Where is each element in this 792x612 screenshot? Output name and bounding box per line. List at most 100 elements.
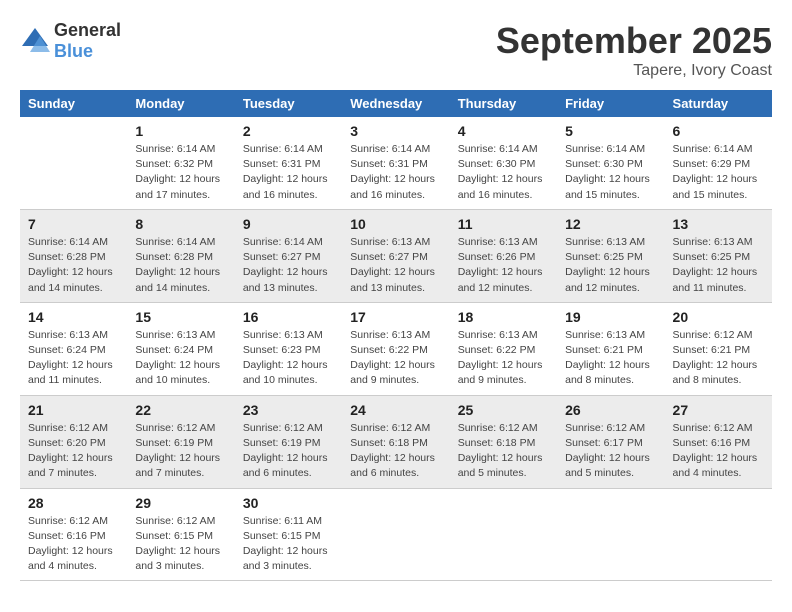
- day-info: Sunrise: 6:13 AMSunset: 6:25 PMDaylight:…: [565, 235, 656, 296]
- day-info: Sunrise: 6:12 AMSunset: 6:16 PMDaylight:…: [673, 421, 764, 482]
- calendar-cell: 14 Sunrise: 6:13 AMSunset: 6:24 PMDayligh…: [20, 302, 127, 395]
- day-info: Sunrise: 6:11 AMSunset: 6:15 PMDaylight:…: [243, 514, 334, 575]
- calendar-cell: 16Sunrise: 6:13 AMSunset: 6:23 PMDayligh…: [235, 302, 342, 395]
- calendar-cell: 11 Sunrise: 6:13 AMSunset: 6:26 PMDayligh…: [450, 209, 557, 302]
- calendar-cell: 27Sunrise: 6:12 AMSunset: 6:16 PMDayligh…: [665, 395, 772, 488]
- calendar-cell: 9 Sunrise: 6:14 AMSunset: 6:27 PMDaylight…: [235, 209, 342, 302]
- logo-icon: [20, 26, 50, 56]
- day-info: Sunrise: 6:12 AMSunset: 6:20 PMDaylight:…: [28, 421, 119, 482]
- calendar-cell: 17 Sunrise: 6:13 AMSunset: 6:22 PMDayligh…: [342, 302, 449, 395]
- calendar-cell: 18Sunrise: 6:13 AMSunset: 6:22 PMDayligh…: [450, 302, 557, 395]
- day-number: 15: [135, 309, 226, 325]
- calendar-cell: 7 Sunrise: 6:14 AMSunset: 6:28 PMDaylight…: [20, 209, 127, 302]
- calendar-cell: [20, 117, 127, 209]
- day-number: 11: [458, 216, 549, 232]
- day-info: Sunrise: 6:12 AMSunset: 6:18 PMDaylight:…: [458, 421, 549, 482]
- day-info: Sunrise: 6:14 AMSunset: 6:30 PMDaylight:…: [458, 142, 549, 203]
- day-info: Sunrise: 6:14 AMSunset: 6:28 PMDaylight:…: [135, 235, 226, 296]
- day-number: 18: [458, 309, 549, 325]
- day-number: 29: [135, 495, 226, 511]
- calendar-cell: 13 Sunrise: 6:13 AMSunset: 6:25 PMDayligh…: [665, 209, 772, 302]
- day-info: Sunrise: 6:12 AMSunset: 6:18 PMDaylight:…: [350, 421, 441, 482]
- week-row-5: 28 Sunrise: 6:12 AMSunset: 6:16 PMDayligh…: [20, 488, 772, 581]
- logo: General Blue: [20, 20, 121, 62]
- day-number: 16: [243, 309, 334, 325]
- calendar-cell: [450, 488, 557, 581]
- calendar-cell: 10Sunrise: 6:13 AMSunset: 6:27 PMDayligh…: [342, 209, 449, 302]
- day-number: 26: [565, 402, 656, 418]
- day-number: 3: [350, 123, 441, 139]
- calendar-cell: 30 Sunrise: 6:11 AMSunset: 6:15 PMDayligh…: [235, 488, 342, 581]
- calendar-cell: 21Sunrise: 6:12 AMSunset: 6:20 PMDayligh…: [20, 395, 127, 488]
- day-info: Sunrise: 6:13 AMSunset: 6:26 PMDaylight:…: [458, 235, 549, 296]
- col-thursday: Thursday: [450, 90, 557, 117]
- week-row-3: 14 Sunrise: 6:13 AMSunset: 6:24 PMDayligh…: [20, 302, 772, 395]
- calendar-cell: 24 Sunrise: 6:12 AMSunset: 6:18 PMDayligh…: [342, 395, 449, 488]
- day-number: 5: [565, 123, 656, 139]
- day-info: Sunrise: 6:14 AMSunset: 6:32 PMDaylight:…: [135, 142, 226, 203]
- day-number: 14: [28, 309, 119, 325]
- col-saturday: Saturday: [665, 90, 772, 117]
- day-number: 17: [350, 309, 441, 325]
- day-number: 7: [28, 216, 119, 232]
- day-info: Sunrise: 6:12 AMSunset: 6:15 PMDaylight:…: [135, 514, 226, 575]
- day-number: 13: [673, 216, 764, 232]
- day-info: Sunrise: 6:14 AMSunset: 6:29 PMDaylight:…: [673, 142, 764, 203]
- day-info: Sunrise: 6:12 AMSunset: 6:17 PMDaylight:…: [565, 421, 656, 482]
- logo-blue: Blue: [54, 41, 93, 61]
- month-title: September 2025: [496, 20, 772, 62]
- calendar-table: Sunday Monday Tuesday Wednesday Thursday…: [20, 90, 772, 581]
- calendar-cell: 29 Sunrise: 6:12 AMSunset: 6:15 PMDayligh…: [127, 488, 234, 581]
- calendar-cell: [665, 488, 772, 581]
- day-number: 23: [243, 402, 334, 418]
- week-row-1: 1 Sunrise: 6:14 AMSunset: 6:32 PMDaylight…: [20, 117, 772, 209]
- day-info: Sunrise: 6:13 AMSunset: 6:25 PMDaylight:…: [673, 235, 764, 296]
- day-number: 12: [565, 216, 656, 232]
- day-number: 24: [350, 402, 441, 418]
- header: General Blue September 2025 Tapere, Ivor…: [20, 20, 772, 80]
- day-number: 22: [135, 402, 226, 418]
- day-info: Sunrise: 6:14 AMSunset: 6:31 PMDaylight:…: [243, 142, 334, 203]
- calendar-cell: [342, 488, 449, 581]
- day-info: Sunrise: 6:12 AMSunset: 6:19 PMDaylight:…: [243, 421, 334, 482]
- logo-general: General: [54, 20, 121, 40]
- day-number: 28: [28, 495, 119, 511]
- day-info: Sunrise: 6:13 AMSunset: 6:22 PMDaylight:…: [350, 328, 441, 389]
- calendar-cell: 20Sunrise: 6:12 AMSunset: 6:21 PMDayligh…: [665, 302, 772, 395]
- calendar-cell: 25Sunrise: 6:12 AMSunset: 6:18 PMDayligh…: [450, 395, 557, 488]
- day-info: Sunrise: 6:12 AMSunset: 6:21 PMDaylight:…: [673, 328, 764, 389]
- day-info: Sunrise: 6:13 AMSunset: 6:24 PMDaylight:…: [28, 328, 119, 389]
- logo-text: General Blue: [54, 20, 121, 62]
- day-info: Sunrise: 6:13 AMSunset: 6:21 PMDaylight:…: [565, 328, 656, 389]
- day-number: 2: [243, 123, 334, 139]
- calendar-cell: 22Sunrise: 6:12 AMSunset: 6:19 PMDayligh…: [127, 395, 234, 488]
- day-number: 6: [673, 123, 764, 139]
- title-area: September 2025 Tapere, Ivory Coast: [496, 20, 772, 80]
- calendar-cell: 26 Sunrise: 6:12 AMSunset: 6:17 PMDayligh…: [557, 395, 664, 488]
- calendar-cell: 3 Sunrise: 6:14 AMSunset: 6:31 PMDaylight…: [342, 117, 449, 209]
- calendar-cell: 6 Sunrise: 6:14 AMSunset: 6:29 PMDaylight…: [665, 117, 772, 209]
- day-number: 19: [565, 309, 656, 325]
- day-number: 9: [243, 216, 334, 232]
- day-info: Sunrise: 6:14 AMSunset: 6:27 PMDaylight:…: [243, 235, 334, 296]
- day-number: 1: [135, 123, 226, 139]
- day-info: Sunrise: 6:13 AMSunset: 6:27 PMDaylight:…: [350, 235, 441, 296]
- calendar-cell: 2 Sunrise: 6:14 AMSunset: 6:31 PMDaylight…: [235, 117, 342, 209]
- day-number: 8: [135, 216, 226, 232]
- location-title: Tapere, Ivory Coast: [496, 62, 772, 80]
- calendar-cell: 28 Sunrise: 6:12 AMSunset: 6:16 PMDayligh…: [20, 488, 127, 581]
- col-wednesday: Wednesday: [342, 90, 449, 117]
- calendar-cell: 5Sunrise: 6:14 AMSunset: 6:30 PMDaylight…: [557, 117, 664, 209]
- week-row-4: 21Sunrise: 6:12 AMSunset: 6:20 PMDayligh…: [20, 395, 772, 488]
- day-number: 30: [243, 495, 334, 511]
- header-row: Sunday Monday Tuesday Wednesday Thursday…: [20, 90, 772, 117]
- col-tuesday: Tuesday: [235, 90, 342, 117]
- calendar-cell: 8 Sunrise: 6:14 AMSunset: 6:28 PMDaylight…: [127, 209, 234, 302]
- calendar-cell: 12 Sunrise: 6:13 AMSunset: 6:25 PMDayligh…: [557, 209, 664, 302]
- day-number: 4: [458, 123, 549, 139]
- day-info: Sunrise: 6:14 AMSunset: 6:31 PMDaylight:…: [350, 142, 441, 203]
- week-row-2: 7 Sunrise: 6:14 AMSunset: 6:28 PMDaylight…: [20, 209, 772, 302]
- day-info: Sunrise: 6:14 AMSunset: 6:28 PMDaylight:…: [28, 235, 119, 296]
- day-info: Sunrise: 6:12 AMSunset: 6:16 PMDaylight:…: [28, 514, 119, 575]
- calendar-cell: 15Sunrise: 6:13 AMSunset: 6:24 PMDayligh…: [127, 302, 234, 395]
